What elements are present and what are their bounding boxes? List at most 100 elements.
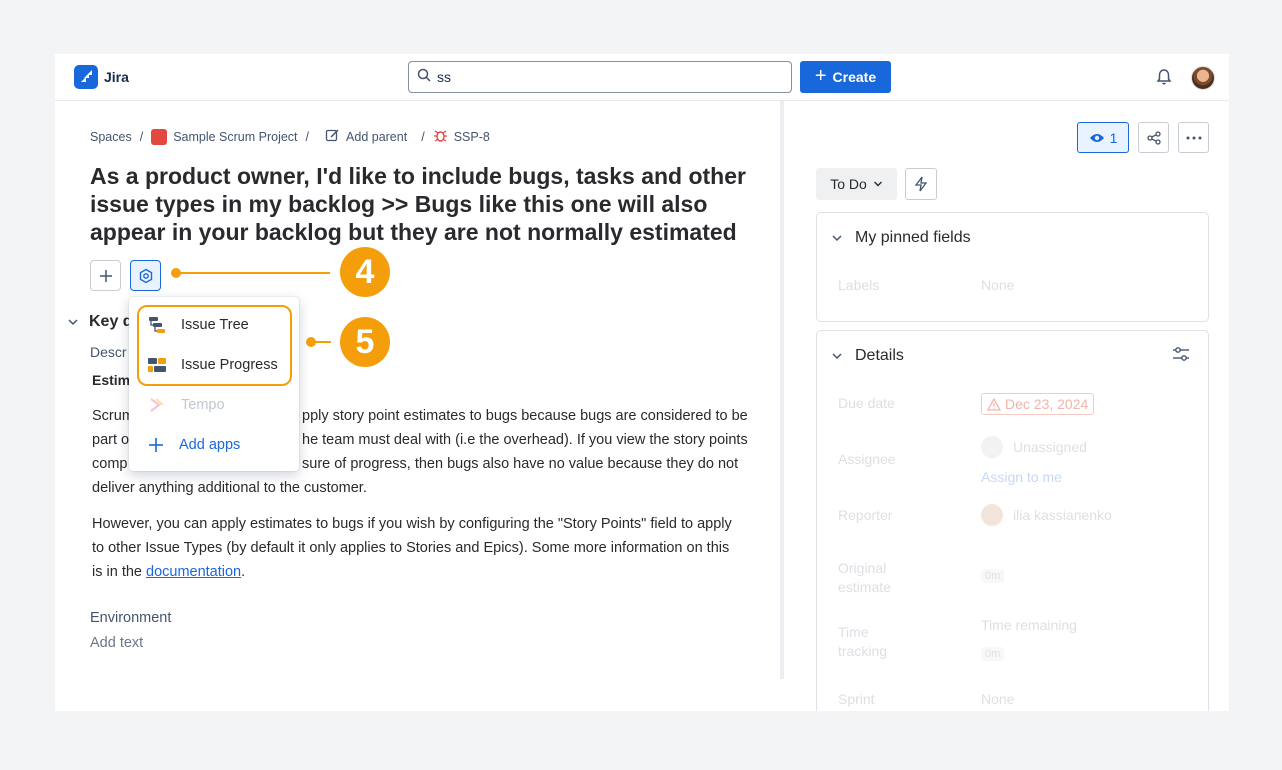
para-line-right: he team must deal with (i.e the overhead…	[302, 432, 748, 448]
jira-logo[interactable]: Jira	[74, 65, 129, 89]
para-line: deliver anything additional to the custo…	[92, 480, 367, 496]
unassigned-avatar-icon	[981, 436, 1003, 458]
status-dropdown[interactable]: To Do	[816, 168, 897, 200]
breadcrumb-spaces[interactable]: Spaces	[90, 130, 132, 144]
bug-icon	[433, 128, 448, 146]
para-line-left: part o	[92, 432, 130, 448]
chevron-down-icon	[832, 353, 842, 360]
para-line: to other Issue Types (by default it only…	[92, 540, 730, 556]
description-paragraph: However, you can apply estimates to bugs…	[92, 512, 764, 584]
sprint-value[interactable]: None	[981, 691, 1014, 707]
due-date-label: Due date	[838, 395, 895, 411]
plus-icon: +	[814, 65, 827, 87]
environment-field[interactable]: Add text	[90, 635, 143, 651]
notifications-bell-icon[interactable]	[1155, 68, 1173, 91]
more-actions-button[interactable]	[1178, 122, 1209, 153]
para-text: is in the	[92, 564, 146, 580]
original-estimate-label: Original	[838, 560, 887, 576]
pinned-fields-title: My pinned fields	[855, 229, 971, 246]
issue-title[interactable]: As a product owner, I'd like to include …	[90, 162, 780, 246]
callout-line	[311, 341, 331, 343]
documentation-link[interactable]: documentation	[146, 564, 241, 580]
original-estimate-value[interactable]: 0m	[981, 569, 1005, 583]
key-details-title: Key d	[89, 313, 133, 330]
details-title: Details	[855, 347, 904, 364]
environment-label: Environment	[90, 610, 172, 626]
share-button[interactable]	[1138, 122, 1169, 153]
apps-button[interactable]	[130, 260, 161, 291]
chevron-down-icon	[68, 319, 78, 326]
create-label: Create	[832, 69, 877, 85]
edit-icon	[325, 128, 340, 146]
automation-button[interactable]	[905, 168, 937, 200]
breadcrumb: Spaces / Sample Scrum Project / Add pare…	[90, 128, 490, 146]
breadcrumb-separator: /	[139, 130, 144, 144]
lightning-icon	[914, 176, 928, 192]
chevron-down-icon	[832, 235, 842, 242]
tempo-icon	[150, 398, 164, 412]
search-input[interactable]: ss	[408, 61, 792, 93]
user-avatar[interactable]	[1191, 66, 1215, 90]
top-navigation: Jira ss + Create	[55, 54, 1229, 101]
para-text: .	[241, 564, 246, 580]
reporter-label: Reporter	[838, 507, 893, 523]
more-icon	[1186, 136, 1201, 139]
due-date-value[interactable]: Dec 23, 2024	[981, 393, 1095, 415]
panel-divider[interactable]	[780, 101, 784, 679]
details-header[interactable]: Details	[831, 347, 904, 365]
issue-key[interactable]: SSP-8	[454, 130, 490, 144]
project-icon	[151, 129, 168, 145]
eye-icon	[1089, 133, 1104, 142]
labels-label: Labels	[838, 277, 880, 293]
estimation-heading: Estim	[92, 372, 131, 388]
callout-line	[176, 272, 330, 274]
watchers-count: 1	[1109, 129, 1118, 146]
plus-icon	[149, 438, 163, 452]
description-label: Descr	[90, 344, 127, 360]
time-tracking-value[interactable]: 0m	[981, 647, 1005, 661]
add-button[interactable]	[90, 260, 121, 291]
assign-to-me-link[interactable]: Assign to me	[981, 469, 1062, 485]
key-details-section[interactable]: Key d	[67, 313, 133, 331]
reporter-value[interactable]: ilia kassianenko	[1013, 507, 1112, 523]
assignee-value[interactable]: Unassigned	[1013, 439, 1087, 455]
menu-item-label: Tempo	[181, 397, 225, 413]
labels-value[interactable]: None	[981, 277, 1014, 293]
breadcrumb-project[interactable]: Sample Scrum Project	[173, 130, 297, 144]
warning-icon	[987, 397, 1001, 411]
callout-number-4: 4	[340, 247, 390, 297]
search-value: ss	[437, 69, 451, 85]
time-remaining-text[interactable]: Time remaining	[981, 617, 1077, 633]
assignee-label: Assignee	[838, 451, 896, 467]
app-name: Jira	[104, 69, 129, 85]
create-button[interactable]: + Create	[800, 61, 891, 93]
highlight-outline	[137, 305, 292, 386]
para-line: However, you can apply estimates to bugs…	[92, 516, 732, 532]
chevron-down-icon	[873, 181, 882, 187]
jira-logo-icon	[74, 65, 98, 89]
pinned-fields-header[interactable]: My pinned fields	[831, 229, 971, 247]
para-line-right: pply story point estimates to bugs becau…	[302, 408, 748, 424]
para-line-left: Scrum	[92, 408, 134, 424]
share-icon	[1146, 130, 1161, 145]
menu-item-tempo[interactable]: Tempo	[129, 385, 299, 425]
reporter-avatar	[981, 504, 1003, 526]
add-parent-link[interactable]: Add parent	[346, 130, 407, 144]
search-icon	[417, 68, 431, 87]
due-date-text: Dec 23, 2024	[1005, 396, 1089, 412]
watch-button[interactable]: 1	[1077, 122, 1129, 153]
breadcrumb-separator: /	[305, 130, 310, 144]
pinned-fields-card: My pinned fields	[816, 212, 1209, 322]
status-label: To Do	[830, 176, 867, 192]
para-line-right: sure of progress, then bugs also have no…	[302, 456, 739, 472]
hexagon-apps-icon	[139, 268, 152, 283]
breadcrumb-separator: /	[421, 130, 425, 144]
configure-fields-icon[interactable]	[1172, 346, 1190, 367]
para-line-last: is in the documentation.	[92, 560, 764, 584]
menu-item-label: Add apps	[179, 437, 241, 453]
app-frame: Jira ss + Create Spaces / Sample Scrum P…	[55, 54, 1229, 711]
plus-icon	[99, 269, 112, 282]
callout-number-5: 5	[340, 317, 390, 367]
original-estimate-label: estimate	[838, 579, 891, 595]
menu-item-add-apps[interactable]: Add apps	[129, 425, 299, 465]
